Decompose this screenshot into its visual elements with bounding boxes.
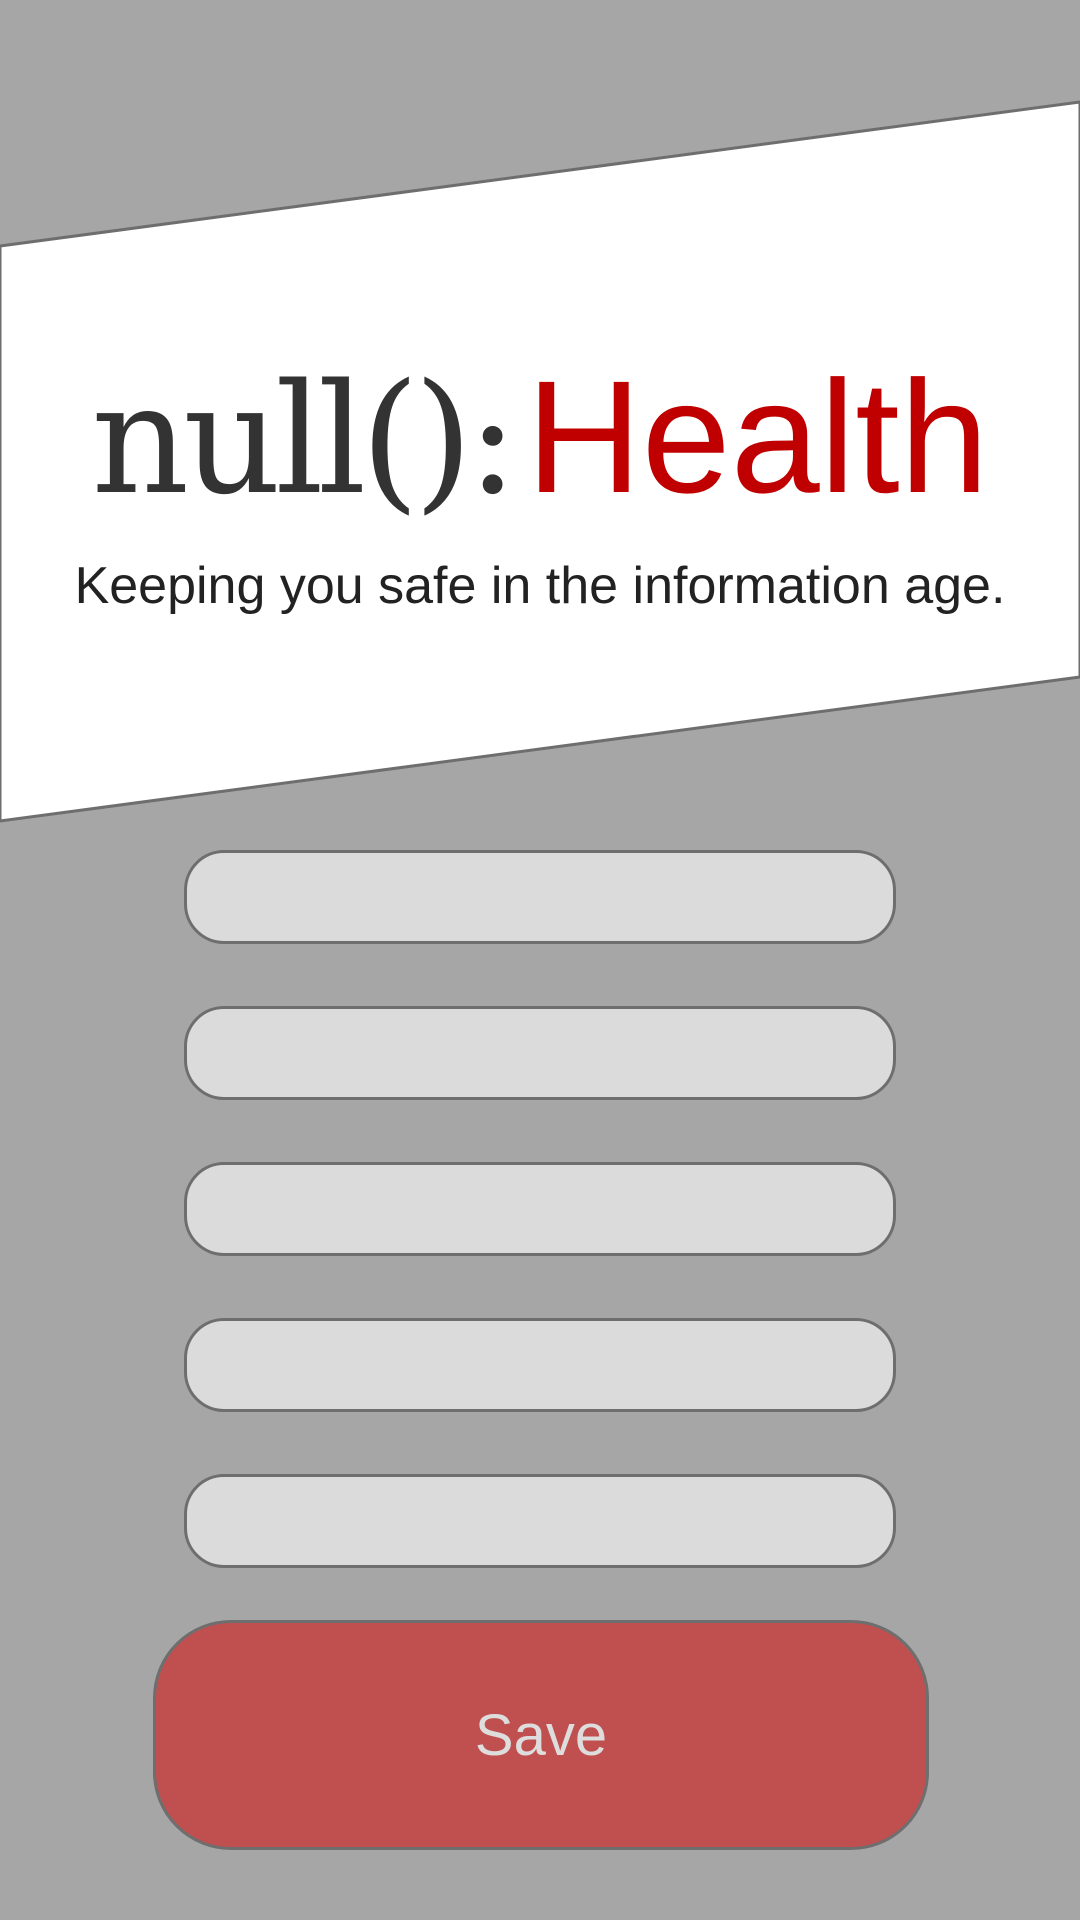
save-button[interactable]: Save <box>153 1620 929 1850</box>
save-button-label: Save <box>474 1702 608 1768</box>
form-field-4[interactable] <box>184 1318 896 1412</box>
logo-suffix: Health <box>526 347 989 526</box>
form-field-2[interactable] <box>184 1006 896 1100</box>
tagline: Keeping you safe in the information age. <box>74 557 1006 615</box>
form-field-3[interactable] <box>184 1162 896 1256</box>
logo-prefix: null(): <box>91 351 518 528</box>
form-field-5[interactable] <box>184 1474 896 1568</box>
form-field-1[interactable] <box>184 850 896 944</box>
app-logo: null(): Health <box>0 345 1080 528</box>
